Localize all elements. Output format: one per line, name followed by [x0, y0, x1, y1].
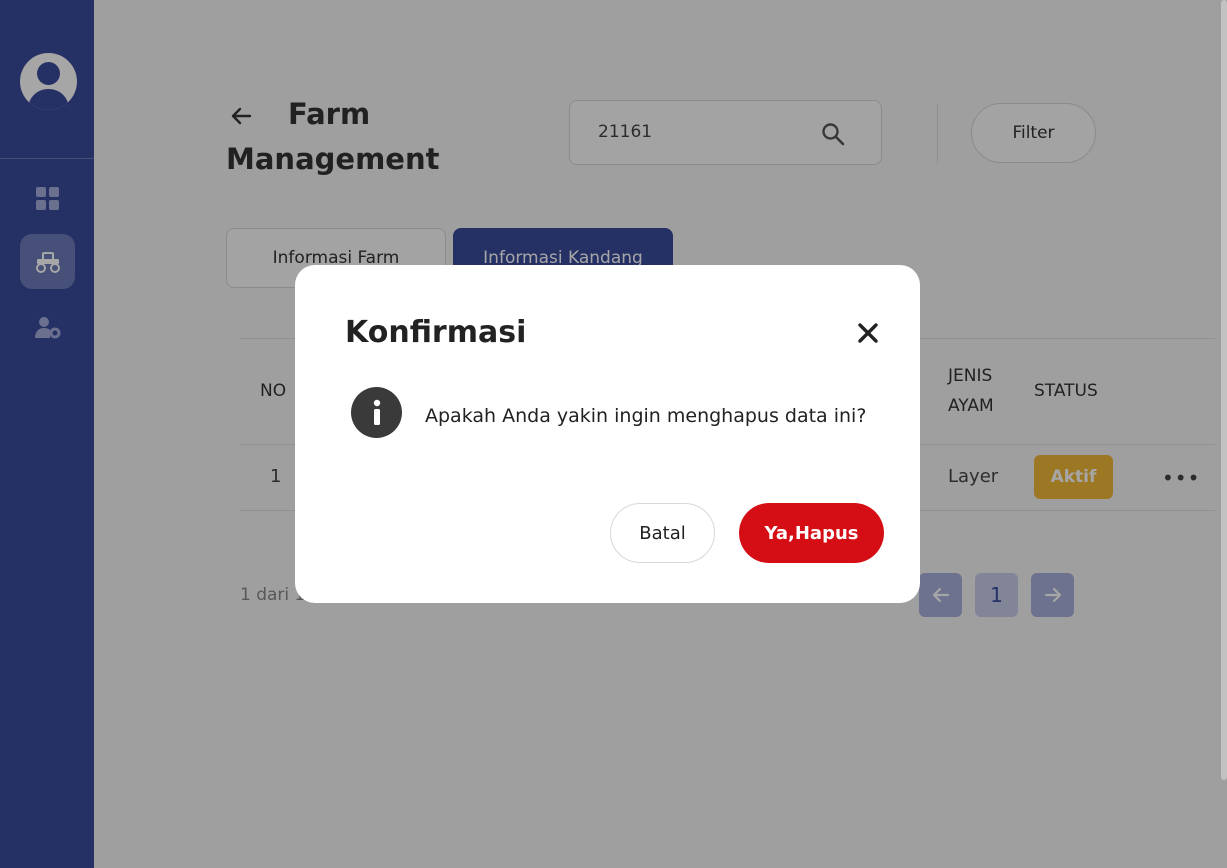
info-icon — [351, 387, 402, 438]
cancel-button[interactable]: Batal — [610, 503, 715, 563]
confirm-delete-button[interactable]: Ya,Hapus — [739, 503, 884, 563]
confirmation-dialog: Konfirmasi Apakah Anda yakin ingin mengh… — [295, 265, 920, 603]
dialog-title: Konfirmasi — [345, 315, 527, 350]
scrollbar[interactable] — [1221, 0, 1227, 780]
close-icon[interactable] — [856, 321, 880, 345]
dialog-message: Apakah Anda yakin ingin menghapus data i… — [425, 405, 867, 427]
